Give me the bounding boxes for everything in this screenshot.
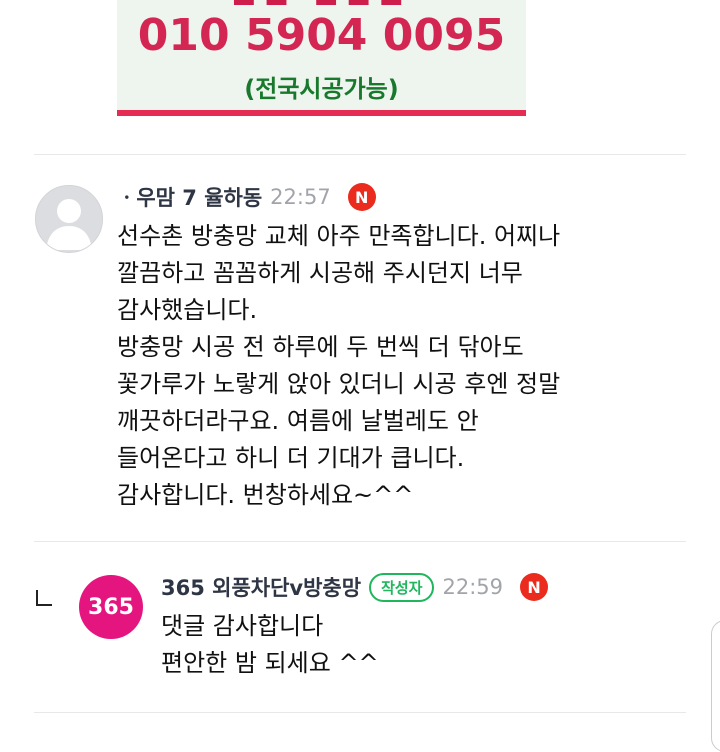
divider — [34, 712, 686, 713]
person-silhouette-icon — [36, 186, 102, 252]
reply-nickname[interactable]: 365 외풍차단v방충망 — [161, 572, 361, 602]
comment-text: 선수촌 방충망 교체 아주 만족합니다. 어찌나 깔끔하고 꼼꼼하게 시공해 주… — [117, 222, 561, 509]
reply-arrow-icon — [36, 590, 52, 606]
banner-image: ▬▬ ▬▬▬ 010 5904 0095 (전국시공가능) — [117, 0, 526, 116]
reply-meta: 365 외풍차단v방충망 작성자 22:59 N — [161, 570, 549, 604]
avatar[interactable] — [35, 185, 103, 253]
banner-accent-bar — [117, 110, 526, 116]
banner-subtitle: (전국시공가능) — [244, 75, 399, 103]
reply-text: 댓글 감사합니다 편안한 밤 되세요 ^^ — [161, 612, 379, 677]
new-badge: N — [520, 573, 549, 601]
author-badge: 작성자 — [369, 572, 435, 602]
scroll-handle[interactable] — [711, 620, 720, 752]
reply-timestamp: 22:59 — [442, 575, 504, 599]
comment-timestamp: 22:57 — [270, 185, 331, 209]
avatar-365[interactable]: 365 — [79, 575, 143, 639]
divider — [34, 541, 686, 542]
comment-nickname[interactable]: ㆍ우맘 7 율하동 — [117, 182, 262, 212]
comment-meta: ㆍ우맘 7 율하동 22:57 N — [117, 182, 376, 212]
banner-phone-number: 010 5904 0095 — [137, 10, 506, 61]
new-badge: N — [347, 183, 376, 211]
divider — [34, 154, 686, 155]
